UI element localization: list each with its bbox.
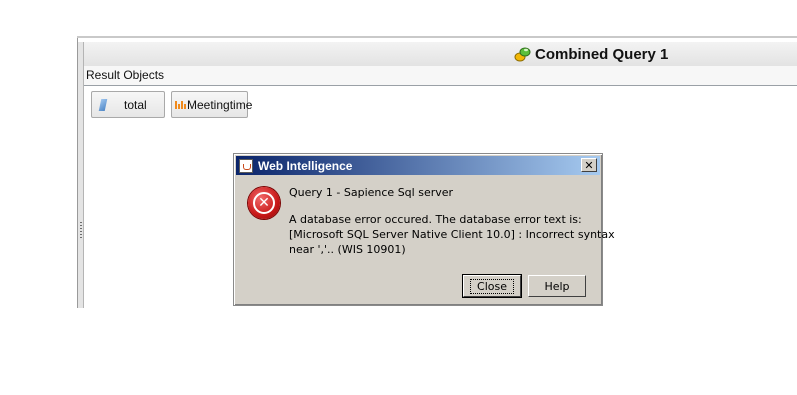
combined-query-icon xyxy=(514,46,531,63)
dimension-icon xyxy=(175,100,186,109)
java-cup-icon xyxy=(239,158,253,173)
result-object-label: total xyxy=(124,97,147,112)
error-message-line: [Microsoft SQL Server Native Client 10.0… xyxy=(289,228,615,241)
query-title-text: Combined Query 1 xyxy=(535,45,669,63)
error-dialog: Web Intelligence ✕ ✕ Query 1 - Sapience … xyxy=(233,153,615,306)
result-object-label: Meetingtime xyxy=(187,97,253,112)
query-header xyxy=(84,42,797,67)
close-button[interactable]: Close xyxy=(462,274,522,298)
dialog-title: Web Intelligence xyxy=(258,158,353,173)
error-message-line: near ','.. (WIS 10901) xyxy=(289,243,406,256)
help-button[interactable]: Help xyxy=(528,275,586,297)
error-message-line: A database error occured. The database e… xyxy=(289,213,582,226)
splitter-grip-icon[interactable] xyxy=(80,222,82,240)
result-object-meetingtime[interactable]: Meetingtime xyxy=(171,91,252,118)
close-icon[interactable]: ✕ xyxy=(581,158,597,172)
help-button-label: Help xyxy=(544,279,570,293)
result-objects-label: Result Objects xyxy=(86,68,165,82)
measure-icon xyxy=(98,98,108,111)
query-title: Combined Query 1 xyxy=(514,44,668,64)
close-button-label: Close xyxy=(470,278,514,294)
result-objects-header xyxy=(84,66,797,86)
panel-top-border xyxy=(77,36,797,38)
error-icon: ✕ xyxy=(248,187,280,219)
dialog-titlebar[interactable]: Web Intelligence ✕ xyxy=(236,156,600,175)
result-object-total[interactable]: total xyxy=(91,91,165,118)
query-name: Query 1 - Sapience Sql server xyxy=(289,186,454,199)
